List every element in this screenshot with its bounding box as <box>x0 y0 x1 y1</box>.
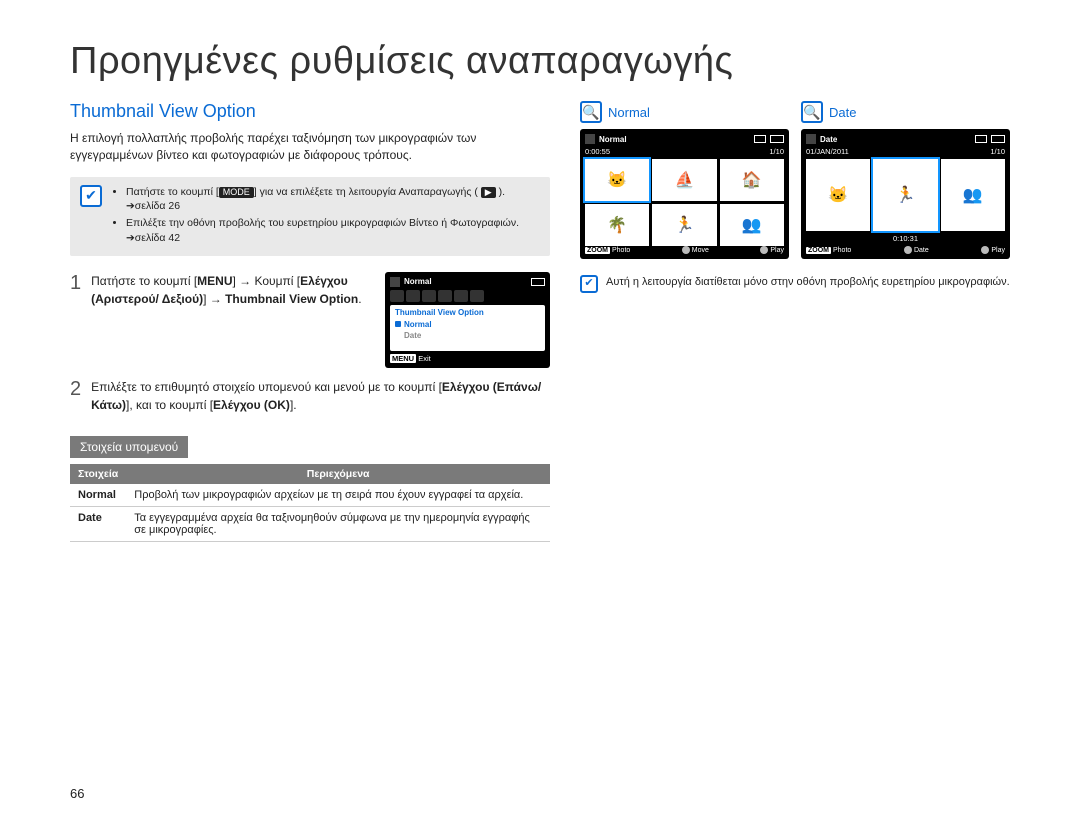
right-column: 🔍 Normal Normal 0:00:55 1/10 <box>580 101 1010 542</box>
counter-label: 1/10 <box>990 147 1005 156</box>
menu-icon-row <box>390 290 545 302</box>
step-2-number: 2 <box>70 378 81 414</box>
thumbnail-item: 👥 <box>720 204 784 246</box>
magnifier-icon: 🔍 <box>580 101 602 123</box>
device-normal: 🔍 Normal Normal 0:00:55 1/10 <box>580 101 789 259</box>
sub-heading: Στοιχεία υπομενού <box>70 436 188 458</box>
note-bullet-2: Επιλέξτε την οθόνη προβολής του ευρετηρί… <box>126 216 540 245</box>
right-note-text: Αυτή η λειτουργία διατίθεται μόνο στην ο… <box>606 275 1010 293</box>
opt-key-normal: Normal <box>70 484 126 507</box>
screen-caption: 0:10:31 <box>806 234 1005 243</box>
battery-icon <box>991 135 1005 143</box>
right-note: ✔ Αυτή η λειτουργία διατίθεται μόνο στην… <box>580 275 1010 293</box>
screen-top-label: Date <box>820 135 971 144</box>
menu-option-normal: Normal <box>395 319 540 330</box>
note-box: ✔ Πατήστε το κουμπί [MODE] για να επιλέξ… <box>70 177 550 256</box>
play-icon: ▶ <box>481 187 496 198</box>
device-date: 🔍 Date Date 01/JAN/2011 1/10 <box>801 101 1010 259</box>
th-items: Στοιχεία <box>70 464 126 484</box>
step-1: 1 Πατήστε το κουμπί [MENU] → Κουμπί [Ελέ… <box>70 272 550 368</box>
device-label-normal: Normal <box>608 105 650 120</box>
battery-icon <box>531 278 545 286</box>
menu-panel-title: Thumbnail View Option <box>395 308 540 317</box>
step-1-number: 1 <box>70 272 81 368</box>
foot-date: Date <box>904 246 929 254</box>
menu-top-label: Normal <box>404 277 527 286</box>
foot-play: Play <box>981 246 1005 254</box>
thumbnail-item: 🐱 <box>585 159 649 201</box>
lead-paragraph: Η επιλογή πολλαπλής προβολής παρέχει ταξ… <box>70 130 550 165</box>
note-text: Πατήστε το κουμπί [MODE] για να επιλέξετ… <box>112 185 540 248</box>
battery-icon <box>770 135 784 143</box>
opt-val-normal: Προβολή των μικρογραφιών αρχείων με τη σ… <box>126 484 550 507</box>
thumbnail-grid-date: 🐱 🏃 👥 <box>806 159 1005 231</box>
mode-badge: MODE <box>219 187 254 198</box>
check-icon: ✔ <box>80 185 102 207</box>
card-icon <box>754 135 766 143</box>
thumbnail-item: 🏃 <box>873 159 937 231</box>
magnifier-icon: 🔍 <box>801 101 823 123</box>
film-icon <box>806 134 816 144</box>
date-label: 01/JAN/2011 <box>806 147 849 156</box>
check-icon: ✔ <box>580 275 598 293</box>
step-2-text: Επιλέξτε το επιθυμητό στοιχείο υπομενού … <box>91 378 550 414</box>
foot-zoom: ZOOM Photo <box>585 246 630 254</box>
note-bullet-1: Πατήστε το κουμπί [MODE] για να επιλέξετ… <box>126 185 540 214</box>
options-table: Στοιχεία Περιεχόμενα Normal Προβολή των … <box>70 464 550 542</box>
step-1-text: Πατήστε το κουμπί [MENU] → Κουμπί [Ελέγχ… <box>91 272 375 368</box>
thumbnail-item: 🏠 <box>720 159 784 201</box>
device-label-date: Date <box>829 105 856 120</box>
opt-key-date: Date <box>70 506 126 541</box>
foot-zoom: ZOOM Photo <box>806 246 851 254</box>
thumbnail-grid-normal: 🐱 ⛵ 🏠 🌴 🏃 👥 <box>585 159 784 246</box>
menu-preview: Normal Thumbnail View Option Normal Date <box>385 272 550 368</box>
time-label: 0:00:55 <box>585 147 610 156</box>
foot-play: Play <box>760 246 784 254</box>
screen-top-label: Normal <box>599 135 750 144</box>
counter-label: 1/10 <box>769 147 784 156</box>
table-row: Normal Προβολή των μικρογραφιών αρχείων … <box>70 484 550 507</box>
menu-footer: MENU Exit <box>390 354 545 363</box>
film-icon <box>390 277 400 287</box>
page-number: 66 <box>70 786 84 801</box>
foot-move: Move <box>682 246 709 254</box>
card-icon <box>975 135 987 143</box>
film-icon <box>585 134 595 144</box>
thumbnail-item: 👥 <box>941 159 1005 231</box>
table-row: Date Τα εγγεγραμμένα αρχεία θα ταξινομηθ… <box>70 506 550 541</box>
thumbnail-item: 🌴 <box>585 204 649 246</box>
page-title: Προηγμένες ρυθμίσεις αναπαραγωγής <box>70 40 1010 83</box>
left-column: Thumbnail View Option Η επιλογή πολλαπλή… <box>70 101 550 542</box>
thumbnail-item: ⛵ <box>652 159 716 201</box>
opt-val-date: Τα εγγεγραμμένα αρχεία θα ταξινομηθούν σ… <box>126 506 550 541</box>
thumbnail-item: 🏃 <box>652 204 716 246</box>
thumbnail-item: 🐱 <box>806 159 870 231</box>
step-2: 2 Επιλέξτε το επιθυμητό στοιχείο υπομενο… <box>70 378 550 414</box>
menu-option-date: Date <box>395 330 540 341</box>
th-contents: Περιεχόμενα <box>126 464 550 484</box>
section-title: Thumbnail View Option <box>70 101 550 122</box>
